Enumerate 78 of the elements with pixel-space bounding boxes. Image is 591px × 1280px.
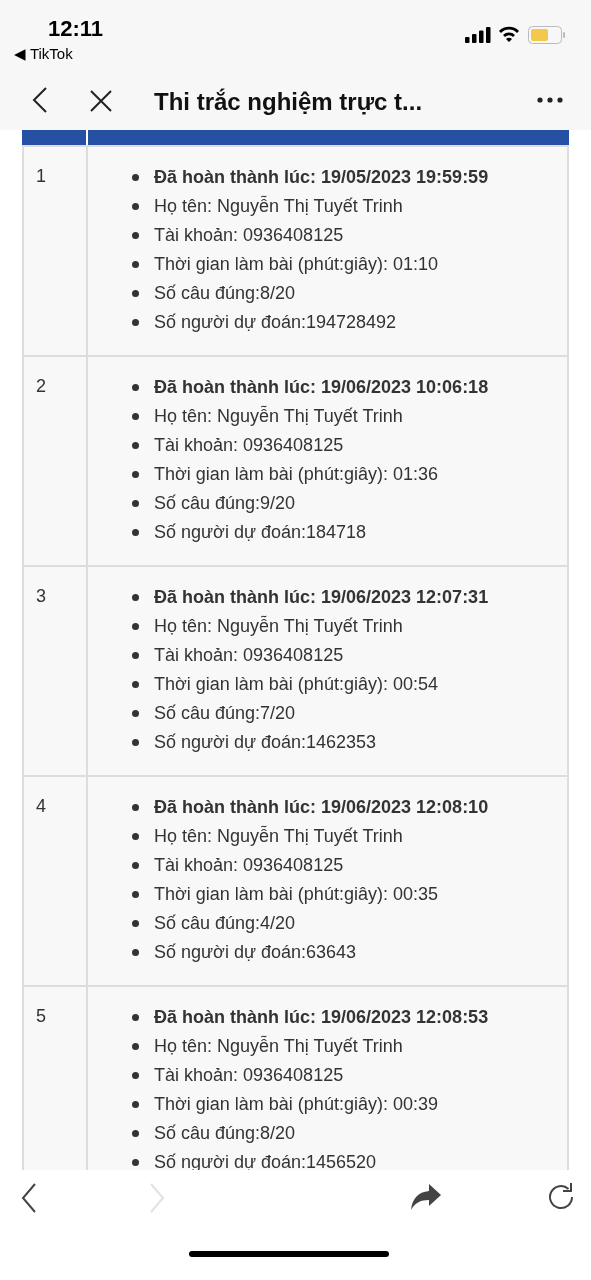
result-detail: Thời gian làm bài (phút:giây): 00:54 bbox=[154, 672, 438, 696]
bullet-icon bbox=[132, 318, 139, 326]
bullet-icon bbox=[132, 412, 139, 420]
bullet-icon bbox=[132, 651, 139, 659]
status-time: 12:11 bbox=[48, 15, 104, 43]
result-detail: Tài khoản: 0936408125 bbox=[154, 853, 344, 877]
result-detail: Thời gian làm bài (phút:giây): 00:39 bbox=[154, 1092, 438, 1116]
close-button[interactable] bbox=[88, 87, 114, 114]
row-number: 2 bbox=[36, 375, 46, 396]
bullet-icon bbox=[132, 709, 139, 717]
battery-icon bbox=[528, 26, 566, 44]
bullet-icon bbox=[132, 528, 139, 536]
result-detail: Đã hoàn thành lúc: 19/05/2023 19:59:59 bbox=[154, 165, 489, 189]
bullet-icon bbox=[132, 1013, 139, 1021]
bullet-icon bbox=[132, 593, 139, 601]
back-icon bbox=[21, 1183, 37, 1214]
result-detail: Tài khoản: 0936408125 bbox=[154, 643, 344, 667]
forward-icon bbox=[149, 1183, 165, 1214]
result-detail: Tài khoản: 0936408125 bbox=[154, 223, 344, 247]
back-icon bbox=[32, 86, 48, 113]
result-detail: Số người dự đoán:1462353 bbox=[154, 730, 377, 754]
bullet-icon bbox=[132, 441, 139, 449]
result-detail: Số câu đúng:8/20 bbox=[154, 281, 296, 305]
result-detail: Số câu đúng:8/20 bbox=[154, 1121, 296, 1145]
close-icon bbox=[90, 89, 112, 112]
more-icon bbox=[537, 96, 563, 103]
result-detail: Số người dự đoán:194728492 bbox=[154, 310, 397, 334]
bullet-icon bbox=[132, 738, 139, 746]
bullet-icon bbox=[132, 260, 139, 268]
result-detail: Số người dự đoán:1456520 bbox=[154, 1150, 377, 1171]
bullet-icon bbox=[132, 622, 139, 630]
bullet-icon bbox=[132, 803, 139, 811]
bullet-icon bbox=[132, 1071, 139, 1079]
bullet-icon bbox=[132, 499, 139, 507]
wifi-icon bbox=[498, 25, 520, 43]
result-detail: Thời gian làm bài (phút:giây): 01:36 bbox=[154, 462, 438, 486]
result-detail: Họ tên: Nguyễn Thị Tuyết Trinh bbox=[154, 1034, 403, 1058]
row-number: 3 bbox=[36, 585, 46, 606]
result-detail: Đã hoàn thành lúc: 19/06/2023 10:06:18 bbox=[154, 375, 489, 399]
bullet-icon bbox=[132, 919, 139, 927]
result-detail: Họ tên: Nguyễn Thị Tuyết Trinh bbox=[154, 194, 403, 218]
bullet-icon bbox=[132, 861, 139, 869]
back-to-app-link[interactable]: ◀ TikTok bbox=[14, 43, 73, 66]
result-detail: Số người dự đoán:63643 bbox=[154, 940, 357, 964]
bullet-icon bbox=[132, 948, 139, 956]
result-detail: Số câu đúng:9/20 bbox=[154, 491, 296, 515]
bullet-icon bbox=[132, 1158, 139, 1166]
result-detail: Họ tên: Nguyễn Thị Tuyết Trinh bbox=[154, 404, 403, 428]
result-detail: Số câu đúng:7/20 bbox=[154, 701, 296, 725]
bullet-icon bbox=[132, 890, 139, 898]
result-detail: Số người dự đoán:184718 bbox=[154, 520, 367, 544]
bullet-icon bbox=[132, 680, 139, 688]
result-detail: Số câu đúng:4/20 bbox=[154, 911, 296, 935]
bullet-icon bbox=[132, 1100, 139, 1108]
row-number: 5 bbox=[36, 1005, 46, 1026]
bullet-icon bbox=[132, 1129, 139, 1137]
bullet-icon bbox=[132, 173, 139, 181]
page-title: Thi trắc nghiệm trực t... bbox=[154, 86, 423, 117]
bullet-icon bbox=[132, 1042, 139, 1050]
bullet-icon bbox=[132, 289, 139, 297]
bullet-icon bbox=[132, 470, 139, 478]
result-detail: Họ tên: Nguyễn Thị Tuyết Trinh bbox=[154, 824, 403, 848]
bullet-icon bbox=[132, 231, 139, 239]
share-icon bbox=[411, 1184, 441, 1211]
result-detail: Đã hoàn thành lúc: 19/06/2023 12:07:31 bbox=[154, 585, 489, 609]
result-detail: Đã hoàn thành lúc: 19/06/2023 12:08:10 bbox=[154, 795, 489, 819]
result-detail: Tài khoản: 0936408125 bbox=[154, 1063, 344, 1087]
signal-icon bbox=[465, 27, 492, 43]
result-detail: Thời gian làm bài (phút:giây): 00:35 bbox=[154, 882, 438, 906]
result-detail: Thời gian làm bài (phút:giây): 01:10 bbox=[154, 252, 438, 276]
result-detail: Tài khoản: 0936408125 bbox=[154, 433, 344, 457]
bullet-icon bbox=[132, 832, 139, 840]
result-detail: Họ tên: Nguyễn Thị Tuyết Trinh bbox=[154, 614, 403, 638]
bullet-icon bbox=[132, 383, 139, 391]
row-number: 1 bbox=[36, 165, 46, 186]
row-number: 4 bbox=[36, 795, 46, 816]
result-detail: Đã hoàn thành lúc: 19/06/2023 12:08:53 bbox=[154, 1005, 489, 1029]
bullet-icon bbox=[132, 202, 139, 210]
